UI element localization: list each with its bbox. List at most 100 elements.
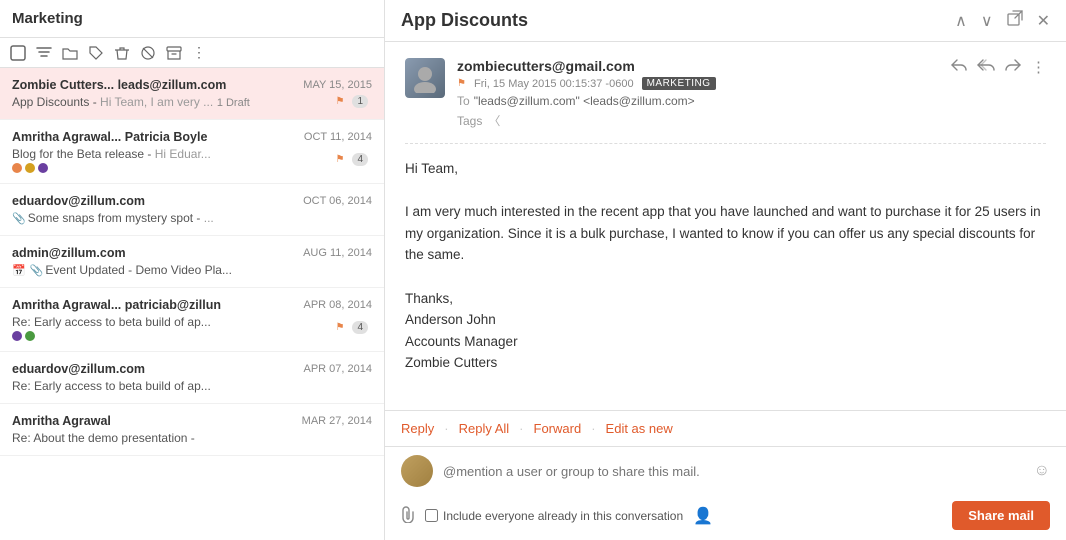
email-detail: zombiecutters@gmail.com ⚑ Fri, 15 May 20… bbox=[385, 42, 1066, 410]
email-list-item[interactable]: eduardov@zillum.com OCT 06, 2014 📎Some s… bbox=[0, 184, 384, 236]
avatar-image bbox=[405, 58, 445, 98]
reply-icon[interactable] bbox=[951, 58, 967, 76]
folder-title: Marketing bbox=[12, 10, 83, 27]
emoji-icon[interactable]: ☺ bbox=[1034, 462, 1050, 480]
email-subject: Re: Early access to beta build of ap... bbox=[12, 315, 211, 329]
email-to: To "leads@zillum.com" <leads@zillum.com> bbox=[457, 94, 716, 108]
email-date: OCT 11, 2014 bbox=[304, 131, 372, 143]
more-actions-icon[interactable]: ⋮ bbox=[1031, 58, 1046, 76]
email-list-item[interactable]: Amritha Agrawal... patriciab@zillun APR … bbox=[0, 288, 384, 352]
email-date: OCT 06, 2014 bbox=[303, 195, 372, 207]
trash-icon[interactable] bbox=[114, 45, 130, 61]
attachment-indicator: 📎 bbox=[12, 213, 26, 225]
more-icon[interactable]: ⋮ bbox=[192, 44, 206, 61]
attachment-icon[interactable] bbox=[401, 505, 415, 526]
tags-line: Tags 〈 bbox=[457, 112, 716, 129]
email-actions-right: ⋮ bbox=[951, 58, 1046, 76]
email-list-item[interactable]: eduardov@zillum.com APR 07, 2014 Re: Ear… bbox=[0, 352, 384, 404]
share-user-avatar bbox=[401, 455, 433, 487]
tag-icon[interactable] bbox=[88, 45, 104, 61]
include-everyone-checkbox-label[interactable]: Include everyone already in this convers… bbox=[425, 509, 683, 523]
email-date: ⚑ Fri, 15 May 2015 00:15:37 -0600 MARKET… bbox=[457, 77, 716, 90]
add-person-icon[interactable]: 👤 bbox=[693, 506, 713, 526]
flag-indicator: ⚑ bbox=[335, 322, 344, 333]
email-from: admin@zillum.com bbox=[12, 246, 295, 260]
share-mention-input[interactable] bbox=[443, 464, 1024, 479]
email-subject: Re: Early access to beta build of ap... bbox=[12, 379, 211, 393]
body-title: Accounts Manager bbox=[405, 331, 1046, 353]
popout-icon[interactable] bbox=[1007, 10, 1023, 31]
body-thanks: Thanks, bbox=[405, 288, 1046, 310]
sender-avatar bbox=[405, 58, 445, 98]
count-badge: 4 bbox=[352, 321, 368, 334]
email-from: Zombie Cutters... leads@zillum.com bbox=[12, 78, 295, 92]
reply-button[interactable]: Reply bbox=[401, 421, 434, 436]
tag-icon-small: 〈 bbox=[488, 112, 500, 129]
toolbar: ⋮ bbox=[0, 38, 384, 68]
forward-icon[interactable] bbox=[1005, 58, 1021, 76]
archive-icon[interactable] bbox=[166, 45, 182, 61]
email-list: Zombie Cutters... leads@zillum.com MAY 1… bbox=[0, 68, 384, 540]
email-subject: Event Updated - Demo Video Pla... bbox=[45, 263, 232, 277]
left-panel: Marketing ⋮ Zombie Cutters... leads@zill… bbox=[0, 0, 385, 540]
email-from: Amritha Agrawal... Patricia Boyle bbox=[12, 130, 296, 144]
email-subject: App Discounts - Hi Team, I am very ... bbox=[12, 95, 213, 109]
left-header: Marketing bbox=[0, 0, 384, 38]
body-name: Anderson John bbox=[405, 309, 1046, 331]
email-list-item[interactable]: Amritha Agrawal MAR 27, 2014 Re: About t… bbox=[0, 404, 384, 456]
email-list-item[interactable]: Zombie Cutters... leads@zillum.com MAY 1… bbox=[0, 68, 384, 120]
reply-bar: Reply · Reply All · Forward · Edit as ne… bbox=[385, 410, 1066, 446]
email-list-item[interactable]: admin@zillum.com AUG 11, 2014 📅 📎Event Up… bbox=[0, 236, 384, 288]
tags-label: Tags bbox=[457, 114, 482, 128]
email-body: Hi Team, I am very much interested in th… bbox=[405, 143, 1046, 374]
close-icon[interactable]: ✕ bbox=[1037, 11, 1050, 31]
attachment-indicator: 📎 bbox=[30, 265, 44, 277]
share-footer-left: Include everyone already in this convers… bbox=[401, 505, 713, 526]
body-greeting: Hi Team, bbox=[405, 158, 1046, 180]
marketing-badge: MARKETING bbox=[642, 77, 716, 90]
edit-as-new-button[interactable]: Edit as new bbox=[606, 421, 673, 436]
forward-button[interactable]: Forward bbox=[534, 421, 582, 436]
sender-email: zombiecutters@gmail.com bbox=[457, 58, 716, 74]
right-panel: App Discounts ∧ ∨ ✕ bbox=[385, 0, 1066, 540]
email-subject: Blog for the Beta release - Hi Eduar... bbox=[12, 147, 211, 161]
share-mail-button[interactable]: Share mail bbox=[952, 501, 1050, 530]
email-date: AUG 11, 2014 bbox=[303, 247, 372, 259]
email-meta: zombiecutters@gmail.com ⚑ Fri, 15 May 20… bbox=[405, 58, 1046, 129]
flag-indicator: ⚑ bbox=[335, 154, 344, 165]
to-label: To bbox=[457, 94, 470, 108]
email-date: APR 08, 2014 bbox=[304, 299, 373, 311]
to-address: "leads@zillum.com" <leads@zillum.com> bbox=[474, 94, 695, 108]
email-from: eduardov@zillum.com bbox=[12, 362, 296, 376]
block-icon[interactable] bbox=[140, 45, 156, 61]
filter-icon[interactable] bbox=[36, 45, 52, 61]
count-badge: 4 bbox=[352, 153, 368, 166]
email-from: Amritha Agrawal... patriciab@zillun bbox=[12, 298, 296, 312]
count-badge: 1 bbox=[352, 95, 368, 108]
calendar-indicator: 📅 bbox=[12, 265, 26, 277]
email-from: eduardov@zillum.com bbox=[12, 194, 295, 208]
share-footer: Include everyone already in this convers… bbox=[385, 495, 1066, 540]
email-subject: Re: About the demo presentation - bbox=[12, 431, 195, 445]
email-date: MAY 15, 2015 bbox=[303, 79, 372, 91]
flag-indicator: ⚑ bbox=[335, 96, 344, 107]
body-paragraph: I am very much interested in the recent … bbox=[405, 201, 1046, 266]
draft-badge: 1 Draft bbox=[217, 97, 250, 109]
right-header: App Discounts ∧ ∨ ✕ bbox=[385, 0, 1066, 42]
prev-icon[interactable]: ∧ bbox=[955, 11, 967, 31]
email-subject: Some snaps from mystery spot - ... bbox=[28, 211, 214, 225]
checkbox-icon[interactable] bbox=[10, 45, 26, 61]
folder-icon[interactable] bbox=[62, 45, 78, 61]
include-everyone-label: Include everyone already in this convers… bbox=[443, 509, 683, 523]
email-thread-title: App Discounts bbox=[401, 10, 528, 31]
body-company: Zombie Cutters bbox=[405, 352, 1046, 374]
email-info: zombiecutters@gmail.com ⚑ Fri, 15 May 20… bbox=[457, 58, 1046, 129]
email-date: MAR 27, 2014 bbox=[302, 415, 372, 427]
next-icon[interactable]: ∨ bbox=[981, 11, 993, 31]
include-everyone-checkbox[interactable] bbox=[425, 509, 438, 522]
flag-small: ⚑ bbox=[457, 78, 466, 89]
reply-all-icon[interactable] bbox=[977, 58, 995, 76]
email-list-item[interactable]: Amritha Agrawal... Patricia Boyle OCT 11… bbox=[0, 120, 384, 184]
email-from: Amritha Agrawal bbox=[12, 414, 294, 428]
reply-all-button[interactable]: Reply All bbox=[459, 421, 510, 436]
